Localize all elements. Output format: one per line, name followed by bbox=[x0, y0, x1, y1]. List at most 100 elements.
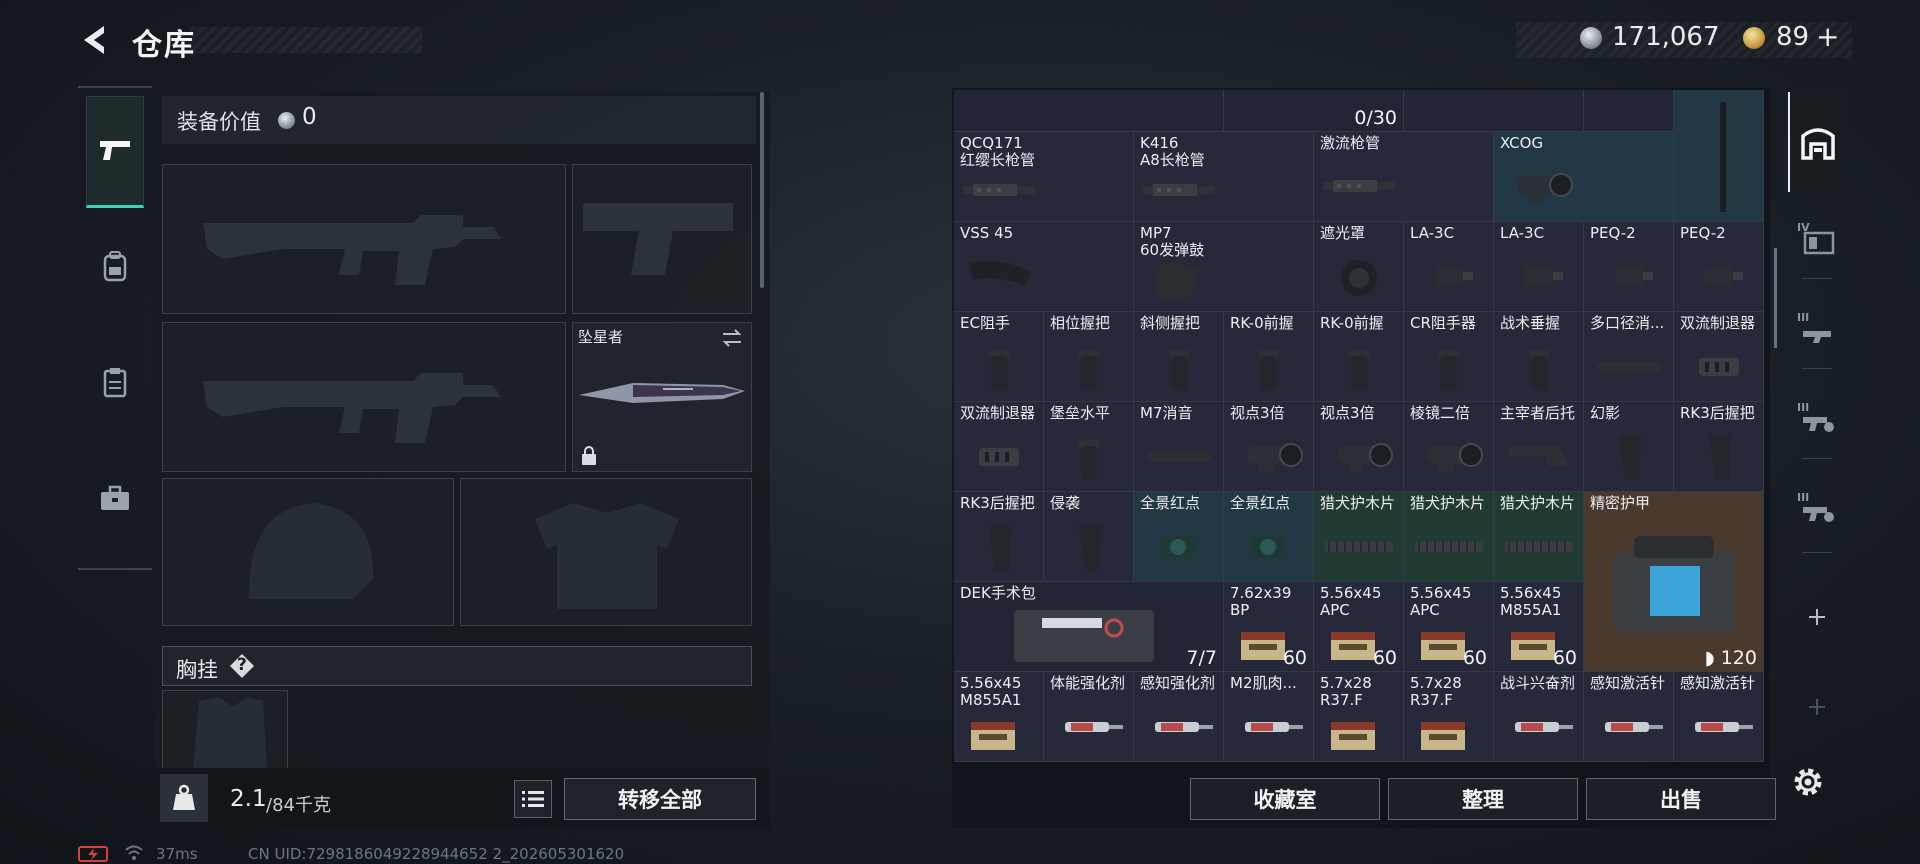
stash-item-barrel[interactable]: QCQ171 红缨长枪管 bbox=[954, 132, 1134, 222]
pgrip-icon bbox=[1679, 426, 1759, 490]
stash-item-pgrip[interactable]: 侵袭 bbox=[1044, 492, 1134, 582]
stash-item-syringe[interactable]: 感知激活针 bbox=[1584, 672, 1674, 762]
category-tabs bbox=[78, 86, 152, 570]
stash-item-barrel[interactable]: 激流枪管 bbox=[1314, 132, 1494, 222]
tab-stash-iv[interactable]: IV bbox=[1788, 192, 1846, 282]
stash-item-brake[interactable]: 双流制退器 bbox=[1674, 312, 1764, 402]
stash-item-syringe[interactable]: 战斗兴奋剂 bbox=[1494, 672, 1584, 762]
stash-item-scope[interactable]: 视点3倍 bbox=[1224, 402, 1314, 492]
sort-button[interactable]: 整理 bbox=[1388, 778, 1578, 820]
stash-item-reddot[interactable]: 全景红点 bbox=[1134, 492, 1224, 582]
stash-item-pgrip[interactable]: RK3后握把 bbox=[954, 492, 1044, 582]
stash-item-medkit[interactable]: DEK手术包 7/7 bbox=[954, 582, 1224, 672]
list-view-button[interactable] bbox=[514, 780, 552, 818]
mag-icon bbox=[959, 246, 1039, 310]
help-icon[interactable]: ? bbox=[228, 652, 256, 680]
swap-icon[interactable] bbox=[720, 326, 744, 350]
stash-item-ammo[interactable]: 5.7x28 R37.F bbox=[1404, 672, 1494, 762]
stash-level-iii-icon: III bbox=[1797, 311, 1831, 343]
stash-item-rail[interactable]: 猎犬护木片 bbox=[1314, 492, 1404, 582]
stash-item-grip[interactable]: EC阻手 bbox=[954, 312, 1044, 402]
stash-item-syringe[interactable]: 感知强化剂 bbox=[1134, 672, 1224, 762]
stash-item-ammo[interactable]: 5.56x45 M855A1 bbox=[954, 672, 1044, 762]
stash-item-scope[interactable]: 棱镜二倍 bbox=[1404, 402, 1494, 492]
stash-item-laser[interactable]: PEQ-2 bbox=[1674, 222, 1764, 312]
stash-item-name: RK3后握把 bbox=[960, 494, 1035, 512]
stash-item-ammo[interactable]: 7.62x39 BP 60 bbox=[1224, 582, 1314, 672]
stash-item-grip[interactable]: RK-0前握 bbox=[1224, 312, 1314, 402]
stash-item-pgrip[interactable]: RK3后握把 bbox=[1674, 402, 1764, 492]
tab-gear[interactable] bbox=[86, 212, 144, 320]
stash-item-grip[interactable]: CR阻手器 bbox=[1404, 312, 1494, 402]
stash-item-name: 激流枪管 bbox=[1320, 134, 1381, 152]
stash-item-syringe[interactable]: 感知激活针 bbox=[1674, 672, 1764, 762]
stash-item-name: 斜侧握把 bbox=[1140, 314, 1201, 332]
stash-scrollbar[interactable] bbox=[1774, 248, 1777, 348]
tab-weapons[interactable] bbox=[86, 96, 144, 208]
grip-icon bbox=[1049, 336, 1129, 400]
collection-room-button[interactable]: 收藏室 bbox=[1190, 778, 1380, 820]
helmet-slot[interactable] bbox=[162, 478, 454, 626]
stash-item-scope[interactable]: XCOG bbox=[1494, 132, 1674, 222]
stash-item-armorbag[interactable]: 精密护甲 ◗ 120 bbox=[1584, 492, 1764, 672]
stash-item-laser[interactable]: LA-3C bbox=[1404, 222, 1494, 312]
stash-item-laser[interactable]: LA-3C bbox=[1494, 222, 1584, 312]
stash-item-grip[interactable]: 斜侧握把 bbox=[1134, 312, 1224, 402]
add-gold-button[interactable]: + bbox=[1816, 20, 1839, 53]
stash-item-ammo[interactable]: 5.56x45 M855A1 60 bbox=[1494, 582, 1584, 672]
transfer-all-button[interactable]: 转移全部 bbox=[564, 778, 756, 820]
stash-item-stock[interactable]: 0/30 bbox=[1224, 90, 1404, 132]
stash-item-scope[interactable]: 视点3倍 bbox=[1314, 402, 1404, 492]
stash-item-long-barrel[interactable] bbox=[1674, 90, 1764, 222]
stash-item-syringe[interactable]: M2肌肉... bbox=[1224, 672, 1314, 762]
rifle-icon bbox=[1720, 102, 1726, 212]
pgrip-icon bbox=[1589, 426, 1669, 490]
grip-icon bbox=[1319, 336, 1399, 400]
settings-gear-icon[interactable] bbox=[1790, 764, 1832, 806]
stash-item-syringe[interactable]: 体能强化剂 bbox=[1044, 672, 1134, 762]
stash-item-ammo[interactable]: 5.56x45 APC 60 bbox=[1404, 582, 1494, 672]
tab-chest-rig[interactable] bbox=[86, 328, 144, 436]
stash-item-grip[interactable]: 堡垒水平 bbox=[1044, 402, 1134, 492]
tab-stash-iii-1[interactable]: III bbox=[1788, 282, 1846, 372]
stash-item-stock[interactable]: 主宰者后托 bbox=[1494, 402, 1584, 492]
title-stripe bbox=[190, 27, 422, 53]
stash-item-hood[interactable]: 遮光罩 bbox=[1314, 222, 1404, 312]
tab-divider bbox=[1802, 552, 1832, 553]
stash-item-suppressor[interactable]: 多口径消... bbox=[1584, 312, 1674, 402]
tab-stash-iii-2[interactable]: III bbox=[1788, 372, 1846, 462]
stash-item-unknown[interactable] bbox=[1584, 90, 1674, 132]
stash-item-grip[interactable]: 相位握把 bbox=[1044, 312, 1134, 402]
stash-item-name: 双流制退器 bbox=[960, 404, 1036, 422]
stash-item-brake[interactable]: 双流制退器 bbox=[954, 402, 1044, 492]
stash-item-rail[interactable]: 猎犬护木片 bbox=[1404, 492, 1494, 582]
tab-stash-main[interactable] bbox=[1788, 92, 1846, 192]
stash-item-reddot[interactable]: 全景红点 bbox=[1224, 492, 1314, 582]
stash-item-barrel[interactable]: K416 A8长枪管 bbox=[1134, 132, 1314, 222]
stash-item-laser[interactable]: PEQ-2 bbox=[1584, 222, 1674, 312]
stash-item-pgrip[interactable]: 幻影 bbox=[1584, 402, 1674, 492]
add-stash-tab-button[interactable] bbox=[1788, 572, 1846, 662]
stash-item-name: 幻影 bbox=[1590, 404, 1621, 422]
stash-item-ammo[interactable]: 5.7x28 R37.F bbox=[1314, 672, 1404, 762]
back-button[interactable] bbox=[78, 22, 114, 58]
sidearm-slot[interactable] bbox=[572, 164, 752, 314]
stash-item-mag[interactable]: VSS 45 bbox=[954, 222, 1134, 312]
stash-item-drum[interactable]: MP7 60发弹鼓 bbox=[1134, 222, 1314, 312]
list-icon bbox=[522, 791, 544, 807]
stash-item-rail[interactable]: 猎犬护木片 bbox=[1494, 492, 1584, 582]
tab-stash-iii-3[interactable]: III bbox=[1788, 462, 1846, 552]
stash-item-grip[interactable]: 战术垂握 bbox=[1494, 312, 1584, 402]
stash-item-rifle[interactable] bbox=[954, 90, 1224, 132]
chest-rig-slot[interactable] bbox=[162, 690, 288, 771]
sell-button[interactable]: 出售 bbox=[1586, 778, 1776, 820]
equipment-scrollbar[interactable] bbox=[760, 92, 764, 288]
primary-weapon-slot-1[interactable] bbox=[162, 164, 566, 314]
stash-item-grip[interactable]: RK-0前握 bbox=[1314, 312, 1404, 402]
body-armor-slot[interactable] bbox=[460, 478, 752, 626]
stash-item-suppressor[interactable]: M7消音 bbox=[1134, 402, 1224, 492]
primary-weapon-slot-2[interactable] bbox=[162, 322, 566, 472]
tab-case[interactable] bbox=[86, 444, 144, 552]
stash-item-handguard[interactable] bbox=[1404, 90, 1584, 132]
stash-item-ammo[interactable]: 5.56x45 APC 60 bbox=[1314, 582, 1404, 672]
